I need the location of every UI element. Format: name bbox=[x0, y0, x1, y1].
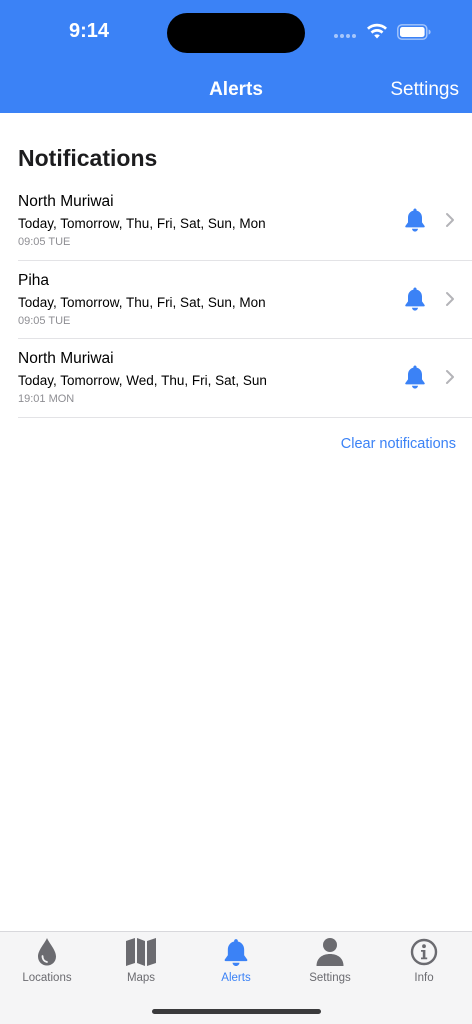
notification-location: North Muriwai bbox=[18, 350, 114, 367]
tab-label: Alerts bbox=[221, 972, 251, 984]
tab-alerts[interactable]: Alerts bbox=[189, 932, 283, 992]
notification-row[interactable]: North Muriwai Today, Tomorrow, Wed, Thu,… bbox=[18, 339, 472, 418]
chevron-right-icon bbox=[446, 291, 454, 306]
person-icon bbox=[316, 938, 344, 966]
cellular-signal-icon bbox=[334, 34, 356, 38]
bell-icon[interactable] bbox=[403, 364, 427, 390]
tab-label: Locations bbox=[22, 972, 72, 984]
tab-info[interactable]: Info bbox=[377, 932, 471, 992]
home-indicator[interactable] bbox=[152, 1009, 321, 1014]
notification-time: 19:01 MON bbox=[18, 393, 75, 405]
app-header: 9:14 Alerts Settings bbox=[0, 0, 472, 113]
battery-icon bbox=[397, 24, 431, 40]
clear-notifications-link[interactable]: Clear notifications bbox=[341, 436, 456, 452]
notification-list: North Muriwai Today, Tomorrow, Thu, Fri,… bbox=[18, 182, 472, 418]
dynamic-island bbox=[167, 13, 305, 53]
notification-row[interactable]: North Muriwai Today, Tomorrow, Thu, Fri,… bbox=[18, 182, 472, 261]
notification-days: Today, Tomorrow, Thu, Fri, Sat, Sun, Mon bbox=[18, 294, 266, 310]
tab-label: Maps bbox=[126, 972, 156, 984]
tab-maps[interactable]: Maps bbox=[94, 932, 188, 992]
chevron-right-icon bbox=[446, 213, 454, 227]
bell-icon[interactable] bbox=[403, 286, 427, 312]
map-icon bbox=[126, 938, 156, 966]
tab-label: Settings bbox=[309, 972, 351, 984]
info-icon bbox=[410, 938, 438, 966]
section-title: Notifications bbox=[18, 145, 158, 171]
tab-settings[interactable]: Settings bbox=[283, 932, 377, 992]
notification-row[interactable]: Piha Today, Tomorrow, Thu, Fri, Sat, Sun… bbox=[18, 261, 472, 339]
wifi-icon bbox=[367, 23, 387, 39]
notification-time: 09:05 TUE bbox=[18, 314, 71, 327]
status-time: 9:14 bbox=[68, 20, 110, 42]
notification-days: Today, Tomorrow, Wed, Thu, Fri, Sat, Sun bbox=[18, 373, 267, 388]
tab-locations[interactable]: Locations bbox=[0, 932, 94, 992]
notification-time: 09:05 TUE bbox=[18, 236, 71, 248]
settings-button[interactable]: Settings bbox=[390, 79, 459, 101]
tab-label: Info bbox=[414, 972, 434, 984]
chevron-right-icon bbox=[446, 370, 454, 384]
notification-location: Piha bbox=[18, 271, 50, 289]
bell-icon[interactable] bbox=[403, 207, 427, 233]
notification-location: North Muriwai bbox=[18, 193, 114, 210]
drop-icon bbox=[38, 938, 56, 966]
bell-icon bbox=[224, 938, 248, 966]
notification-days: Today, Tomorrow, Thu, Fri, Sat, Sun, Mon bbox=[18, 216, 266, 231]
